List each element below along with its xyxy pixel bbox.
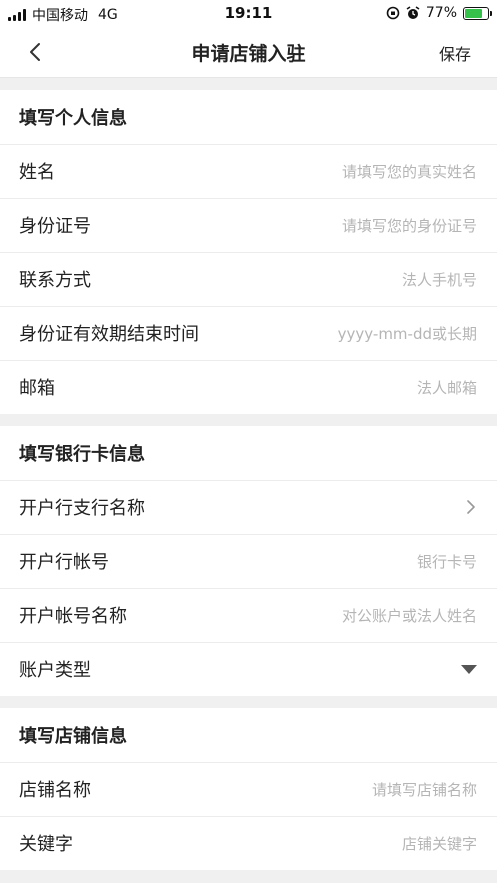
battery-fill <box>465 8 482 18</box>
section-title: 填写店铺信息 <box>19 726 127 747</box>
account-type-field[interactable]: 账户类型 <box>0 642 497 696</box>
bank-account-field[interactable]: 开户行帐号 银行卡号 <box>0 534 497 588</box>
battery-percent: 77% <box>425 5 457 21</box>
bank-info-section: 填写银行卡信息 开户行支行名称 开户行帐号 银行卡号 开户帐号名称 对公账户或法… <box>0 426 497 696</box>
bank-info-header: 填写银行卡信息 <box>0 426 497 480</box>
account-name-field[interactable]: 开户帐号名称 对公账户或法人姓名 <box>0 588 497 642</box>
bank-branch-label: 开户行支行名称 <box>19 498 145 519</box>
save-button[interactable]: 保存 <box>439 41 471 65</box>
personal-info-section: 填写个人信息 姓名 请填写您的真实姓名 身份证号 请填写您的身份证号 联系方式 … <box>0 90 497 414</box>
section-title: 填写银行卡信息 <box>19 444 145 465</box>
store-info-section: 填写店铺信息 店铺名称 请填写店铺名称 关键字 店铺关键字 <box>0 708 497 870</box>
bank-account-label: 开户行帐号 <box>19 552 109 573</box>
email-label: 邮箱 <box>19 378 55 399</box>
section-gap <box>0 78 497 90</box>
id-number-field[interactable]: 身份证号 请填写您的身份证号 <box>0 198 497 252</box>
contact-label: 联系方式 <box>19 270 91 291</box>
id-number-input[interactable]: 请填写您的身份证号 <box>342 215 477 236</box>
store-name-field[interactable]: 店铺名称 请填写店铺名称 <box>0 762 497 816</box>
store-info-header: 填写店铺信息 <box>0 708 497 762</box>
account-type-label: 账户类型 <box>19 660 91 681</box>
name-label: 姓名 <box>19 162 55 183</box>
contact-field[interactable]: 联系方式 法人手机号 <box>0 252 497 306</box>
store-name-label: 店铺名称 <box>19 780 91 801</box>
email-input[interactable]: 法人邮箱 <box>417 377 477 398</box>
bank-branch-field[interactable]: 开户行支行名称 <box>0 480 497 534</box>
id-expiry-label: 身份证有效期结束时间 <box>19 324 199 345</box>
account-name-input[interactable]: 对公账户或法人姓名 <box>342 605 477 626</box>
status-bar: 中国移动 4G 19:11 77% <box>0 0 497 26</box>
chevron-right-icon[interactable] <box>465 500 477 514</box>
triangle-down-icon[interactable] <box>461 664 477 674</box>
bank-account-input[interactable]: 银行卡号 <box>417 551 477 572</box>
email-field[interactable]: 邮箱 法人邮箱 <box>0 360 497 414</box>
alarm-icon <box>406 6 420 19</box>
section-gap <box>0 414 497 426</box>
keyword-label: 关键字 <box>19 834 73 855</box>
name-input[interactable]: 请填写您的真实姓名 <box>342 161 477 182</box>
account-name-label: 开户帐号名称 <box>19 606 127 627</box>
keyword-input[interactable]: 店铺关键字 <box>402 833 477 854</box>
status-right: 77% <box>386 5 492 21</box>
name-field[interactable]: 姓名 请填写您的真实姓名 <box>0 144 497 198</box>
id-number-label: 身份证号 <box>19 216 91 237</box>
section-gap <box>0 696 497 708</box>
nav-bar: 申请店铺入驻 保存 <box>0 26 497 78</box>
id-expiry-field[interactable]: 身份证有效期结束时间 yyyy-mm-dd或长期 <box>0 306 497 360</box>
keyword-field[interactable]: 关键字 店铺关键字 <box>0 816 497 870</box>
page-title: 申请店铺入驻 <box>191 43 306 65</box>
id-expiry-input[interactable]: yyyy-mm-dd或长期 <box>338 323 477 344</box>
personal-info-header: 填写个人信息 <box>0 90 497 144</box>
section-title: 填写个人信息 <box>19 108 127 129</box>
orientation-lock-icon <box>386 6 400 20</box>
store-name-input[interactable]: 请填写店铺名称 <box>372 779 477 800</box>
contact-input[interactable]: 法人手机号 <box>402 269 477 290</box>
battery-icon <box>463 6 492 20</box>
